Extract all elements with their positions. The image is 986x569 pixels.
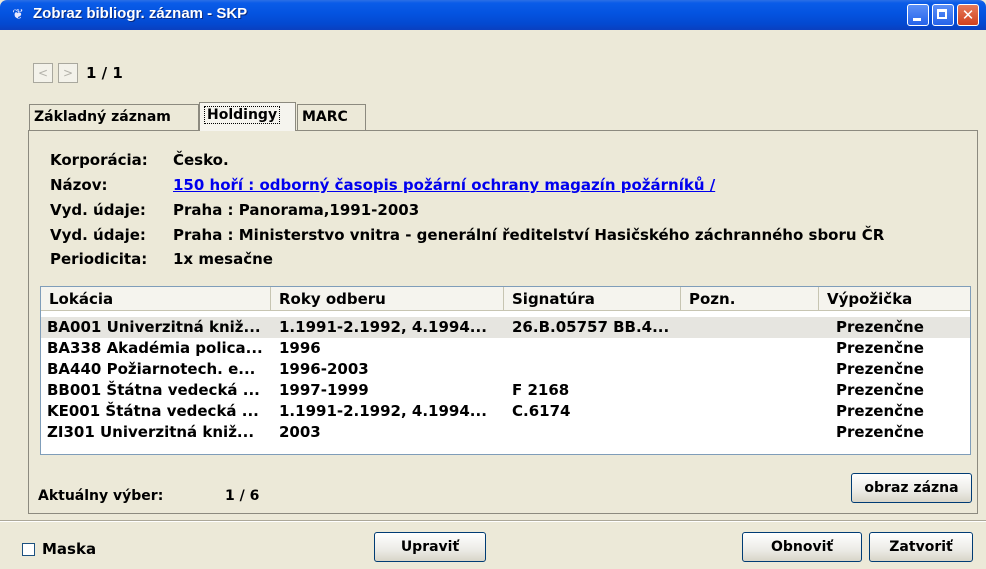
tab-basic-record[interactable]: Základný záznam xyxy=(29,104,199,130)
close-button[interactable]: Zatvoriť xyxy=(869,532,973,562)
cell-years: 1997-1999 xyxy=(279,381,369,399)
cell-location: ZI301 Univerzitná kniž... xyxy=(47,423,255,441)
close-window-button[interactable]: ✕ xyxy=(957,4,979,26)
table-row[interactable]: BA440 Požiarnotech. e... 1996-2003 Preze… xyxy=(41,359,970,380)
tab-holdings-label: Holdingy xyxy=(204,106,281,124)
holdings-table[interactable]: Lokácia Roky odberu Signatúra Pozn. Výpo… xyxy=(40,286,971,455)
table-row[interactable]: BB001 Štátna vedecká ... 1997-1999 F 216… xyxy=(41,380,970,401)
field-value-publication-1: Praha : Panorama,1991-2003 xyxy=(173,201,420,219)
column-header-years[interactable]: Roky odberu xyxy=(271,287,504,311)
table-row[interactable]: BA338 Akadémia polica... 1996 Prezenčne xyxy=(41,338,970,359)
cell-years: 1.1991-2.1992, 4.1994... xyxy=(279,318,487,336)
next-record-button[interactable]: > xyxy=(58,63,78,83)
separator xyxy=(0,520,986,522)
cell-loan: Prezenčne xyxy=(836,423,924,441)
view-record-button[interactable]: obraz zázna xyxy=(851,473,972,503)
field-label-publication-1: Vyd. údaje: xyxy=(50,201,146,219)
close-icon: ✕ xyxy=(961,6,975,24)
cell-loan: Prezenčne xyxy=(836,360,924,378)
cell-loan: Prezenčne xyxy=(836,402,924,420)
mask-label[interactable]: Maska xyxy=(42,540,96,558)
title-link[interactable]: 150 hoří : odborný časopis požární ochra… xyxy=(173,176,715,194)
table-row[interactable]: BA001 Univerzitná kniž... 1.1991-2.1992,… xyxy=(41,317,970,338)
field-label-periodicity: Periodicita: xyxy=(50,250,148,268)
window-title: Zobraz bibliogr. záznam - SKP xyxy=(33,5,248,22)
cell-location: BA338 Akadémia polica... xyxy=(47,339,263,357)
table-header: Lokácia Roky odberu Signatúra Pozn. Výpo… xyxy=(41,287,970,312)
column-header-location[interactable]: Lokácia xyxy=(41,287,271,311)
column-header-loan[interactable]: Výpožička xyxy=(819,287,970,311)
cell-location: BA001 Univerzitná kniž... xyxy=(47,318,261,336)
current-selection-label: Aktuálny výber: xyxy=(38,488,164,504)
edit-button[interactable]: Upraviť xyxy=(374,532,486,562)
refresh-button[interactable]: Obnoviť xyxy=(742,532,862,562)
field-value-periodicity: 1x mesačne xyxy=(173,250,273,268)
field-label-publication-2: Vyd. údaje: xyxy=(50,226,146,244)
column-header-signature[interactable]: Signatúra xyxy=(504,287,681,311)
cell-location: KE001 Štátna vedecká ... xyxy=(47,402,259,420)
cell-years: 1996 xyxy=(279,339,321,357)
tab-holdings[interactable]: Holdingy xyxy=(199,102,296,131)
field-value-publication-2: Praha : Ministerstvo vnitra - generální … xyxy=(173,226,885,244)
previous-record-button[interactable]: < xyxy=(33,63,53,83)
title-bar[interactable]: ❦ Zobraz bibliogr. záznam - SKP ✕ xyxy=(0,0,986,30)
column-header-note[interactable]: Pozn. xyxy=(681,287,819,311)
tab-marc[interactable]: MARC xyxy=(297,104,366,130)
cell-location: BB001 Štátna vedecká ... xyxy=(47,381,260,399)
cell-signature: C.6174 xyxy=(512,402,571,420)
field-label-title: Názov: xyxy=(50,176,108,194)
table-row[interactable]: ZI301 Univerzitná kniž... 2003 Prezenčne xyxy=(41,422,970,443)
cell-loan: Prezenčne xyxy=(836,339,924,357)
current-selection-value: 1 / 6 xyxy=(225,488,260,504)
table-row[interactable]: KE001 Štátna vedecká ... 1.1991-2.1992, … xyxy=(41,401,970,422)
field-value-corporation: Česko. xyxy=(173,151,229,169)
cell-years: 1.1991-2.1992, 4.1994... xyxy=(279,402,487,420)
mask-checkbox[interactable] xyxy=(22,543,35,556)
cell-loan: Prezenčne xyxy=(836,318,924,336)
cell-loan: Prezenčne xyxy=(836,381,924,399)
cell-years: 1996-2003 xyxy=(279,360,369,378)
cell-years: 2003 xyxy=(279,423,321,441)
field-label-corporation: Korporácia: xyxy=(50,151,148,169)
cell-signature: F 2168 xyxy=(512,381,570,399)
minimize-button[interactable] xyxy=(907,4,929,26)
maximize-button[interactable] xyxy=(932,4,954,26)
cell-signature: 26.B.05757 BB.4... xyxy=(512,318,670,336)
record-counter: 1 / 1 xyxy=(86,64,123,82)
cell-location: BA440 Požiarnotech. e... xyxy=(47,360,256,378)
app-icon: ❦ xyxy=(12,7,24,23)
